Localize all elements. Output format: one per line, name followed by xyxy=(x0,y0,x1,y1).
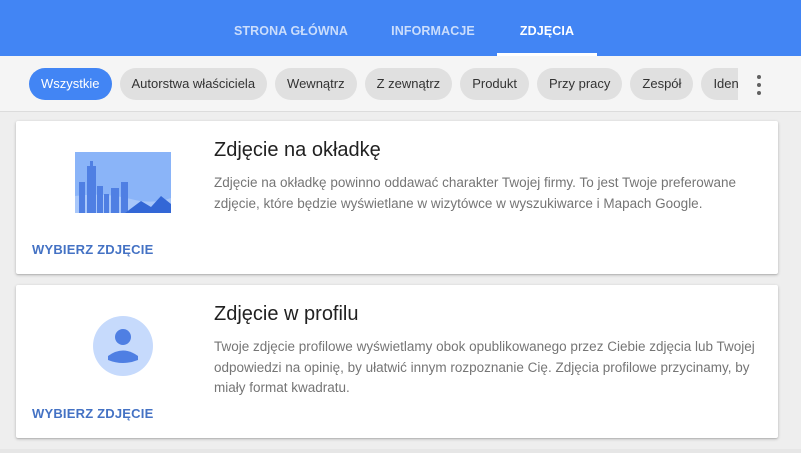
chip-team[interactable]: Zespół xyxy=(630,68,694,100)
tab-home[interactable]: STRONA GŁÓWNA xyxy=(216,0,366,56)
bottom-divider xyxy=(0,449,801,453)
top-nav-bar: STRONA GŁÓWNA INFORMACJE ZDJĘCIA xyxy=(0,0,801,56)
choose-cover-photo-button[interactable]: WYBIERZ ZDJĘCIE xyxy=(32,242,153,257)
card-title: Zdjęcie na okładkę xyxy=(214,139,381,161)
chip-product[interactable]: Produkt xyxy=(460,68,529,100)
chip-identity[interactable]: Identyfikacja xyxy=(701,68,738,100)
tab-photos[interactable]: ZDJĘCIA xyxy=(497,0,597,56)
card-title: Zdjęcie w profilu xyxy=(214,303,359,325)
profile-avatar-icon xyxy=(93,316,153,376)
filter-chip-list: Wszystkie Autorstwa właściciela Wewnątrz Z … xyxy=(29,68,738,100)
more-vert-icon[interactable] xyxy=(749,74,769,96)
choose-profile-photo-button[interactable]: WYBIERZ ZDJĘCIE xyxy=(32,406,153,421)
cover-photo-card: Zdjęcie na okładkę Zdjęcie na okładkę po… xyxy=(16,121,778,274)
tab-info[interactable]: INFORMACJE xyxy=(374,0,492,56)
chip-all[interactable]: Wszystkie xyxy=(29,68,112,100)
chip-interior[interactable]: Wewnątrz xyxy=(275,68,357,100)
card-description: Twoje zdjęcie profilowe wyświetlamy obok… xyxy=(214,339,755,395)
chip-at-work[interactable]: Przy pracy xyxy=(537,68,623,100)
filter-bar: Wszystkie Autorstwa właściciela Wewnątrz Z … xyxy=(0,56,801,112)
card-description: Zdjęcie na okładkę powinno oddawać chara… xyxy=(214,175,737,211)
cityscape-cover-icon xyxy=(75,152,171,213)
profile-photo-card: Zdjęcie w profilu Twoje zdjęcie profilow… xyxy=(16,285,778,438)
chip-exterior[interactable]: Z zewnątrz xyxy=(364,68,453,100)
chip-by-owner[interactable]: Autorstwa właściciela xyxy=(119,68,268,100)
